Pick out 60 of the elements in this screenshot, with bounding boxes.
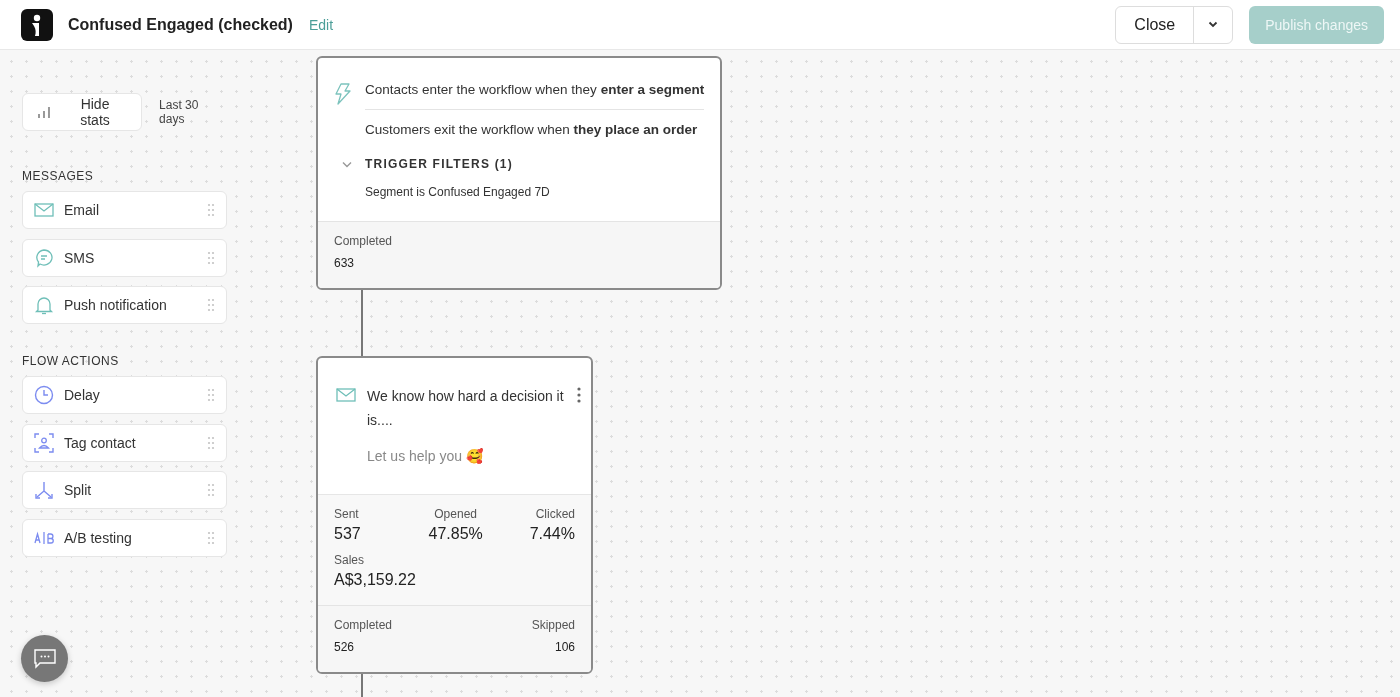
palette-item[interactable]: Delay — [22, 376, 227, 414]
person-frame-icon — [34, 432, 54, 453]
palette-item[interactable]: Split — [22, 471, 227, 509]
lightning-icon — [334, 83, 352, 105]
stat-label: Opened — [434, 507, 477, 521]
email-card[interactable]: We know how hard a decision it is.... Let us help you 🥰 Sent 537 Opened 47.85% Clicked 7.44% Sales A$3,159.22 Completed 526 Skipped 106 — [316, 356, 593, 674]
palette-item[interactable]: A/B testing — [22, 518, 227, 557]
drag-handle-icon[interactable] — [207, 435, 215, 450]
stat-label: Sales — [334, 553, 366, 567]
trigger-card[interactable]: Contacts enter the workflow when they enter a segment Customers exit the workflow when they place an order TRIGGER FILTERS (1) Segment is Confused Engaged 7D Completed 633 — [316, 56, 722, 290]
drag-handle-icon[interactable] — [207, 250, 215, 265]
bar-chart-icon — [37, 106, 51, 118]
filter-condition: Segment is Confused Engaged 7D — [365, 185, 551, 199]
stat-value: 47.85% — [428, 525, 483, 543]
exit-condition: Customers exit the workflow when they place an order — [365, 122, 699, 137]
section-heading: FLOW ACTIONS — [22, 354, 120, 368]
stat-value: 526 — [334, 640, 356, 654]
stat-value: A$3,159.22 — [334, 571, 416, 589]
stat-label: Completed — [334, 234, 393, 248]
connector-line — [361, 290, 363, 356]
chat-bubble-icon — [34, 247, 54, 268]
section-heading: MESSAGES — [22, 169, 95, 183]
stat-value: 537 — [334, 525, 362, 543]
period-label: Last 30 days — [159, 98, 200, 126]
ab-split-icon — [34, 530, 54, 545]
bell-icon — [34, 295, 54, 315]
chat-icon — [33, 648, 56, 669]
stat-value: 7.44% — [529, 525, 575, 543]
drag-handle-icon[interactable] — [207, 203, 215, 217]
drag-handle-icon[interactable] — [207, 483, 215, 497]
stat-value: 106 — [554, 640, 575, 654]
email-subject: We know how hard a decision it is.... — [367, 387, 565, 430]
trigger-filters-toggle[interactable]: TRIGGER FILTERS (1) — [334, 157, 513, 171]
envelope-icon — [336, 388, 356, 402]
chevron-icon — [342, 160, 352, 168]
stat-label: Completed — [334, 618, 393, 632]
clock-icon — [34, 385, 54, 405]
chat-button[interactable] — [21, 635, 68, 682]
stat-label: Clicked — [535, 507, 575, 521]
entry-condition: Contacts enter the workflow when they enter a segment — [365, 82, 705, 97]
palette-item[interactable]: Email — [22, 191, 227, 229]
stat-label: Sent — [334, 507, 360, 521]
palette-item[interactable]: SMS — [22, 238, 227, 277]
workflow-title: Confused Engaged (checked) — [68, 15, 293, 34]
envelope-icon — [34, 203, 54, 217]
stat-value: 633 — [334, 256, 356, 270]
hide-stats-button[interactable]: Hide stats — [22, 93, 143, 131]
drag-handle-icon[interactable] — [207, 298, 215, 312]
email-preview: Let us help you 🥰 — [367, 448, 484, 464]
more-options-icon[interactable] — [577, 387, 581, 403]
drag-handle-icon[interactable] — [207, 530, 215, 545]
connector-line — [361, 674, 363, 697]
drag-handle-icon[interactable] — [207, 388, 215, 402]
split-arrows-icon — [34, 480, 54, 500]
close-button[interactable]: Close — [1116, 6, 1195, 43]
palette-item[interactable]: Push notification — [22, 286, 227, 324]
caret-icon — [1208, 21, 1219, 28]
logo-icon — [21, 8, 53, 41]
stat-label: Skipped — [531, 618, 575, 632]
palette-item[interactable]: Tag contact — [22, 423, 227, 462]
